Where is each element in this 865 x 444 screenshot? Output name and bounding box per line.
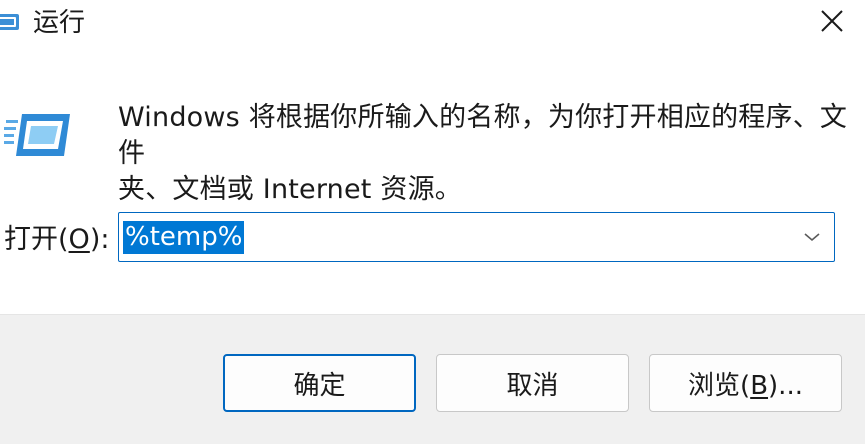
- close-button[interactable]: [798, 0, 865, 46]
- browse-button[interactable]: 浏览(B)...: [649, 354, 842, 412]
- close-icon: [820, 9, 844, 37]
- open-label-suffix: ):: [89, 224, 110, 255]
- open-label: 打开(O):: [4, 221, 109, 259]
- description-text: Windows 将根据你所输入的名称，为你打开相应的程序、文件 夹、文档或 In…: [118, 100, 848, 208]
- cancel-button-label: 取消: [506, 370, 559, 401]
- browse-label-prefix: 浏览(: [688, 370, 751, 401]
- description-line: 夹、文档或 Internet 资源。: [118, 174, 462, 205]
- open-label-prefix: 打开(: [4, 224, 69, 255]
- open-input-selected-text[interactable]: %temp%: [123, 221, 245, 254]
- browse-button-label: 浏览(B)...: [688, 365, 803, 402]
- run-dialog: 运行 Windows 将根据你所输入的名称，为你打开相应的程序、文件 夹、文档或…: [0, 0, 865, 444]
- cancel-button[interactable]: 取消: [436, 354, 629, 412]
- browse-label-suffix: )...: [768, 370, 803, 401]
- run-dialog-icon: [0, 12, 20, 32]
- run-dialog-icon: [4, 110, 70, 162]
- title-bar: 运行: [0, 0, 865, 48]
- dropdown-button[interactable]: [796, 221, 828, 253]
- ok-button[interactable]: 确定: [223, 354, 416, 412]
- window-title: 运行: [33, 8, 86, 38]
- browse-label-accelerator: B: [750, 370, 769, 401]
- open-combobox[interactable]: %temp%: [118, 212, 835, 262]
- description-line: Windows 将根据你所输入的名称，为你打开相应的程序、文件: [118, 102, 848, 169]
- chevron-down-icon: [803, 228, 821, 247]
- open-label-accelerator: O: [68, 224, 90, 255]
- ok-button-label: 确定: [293, 370, 346, 401]
